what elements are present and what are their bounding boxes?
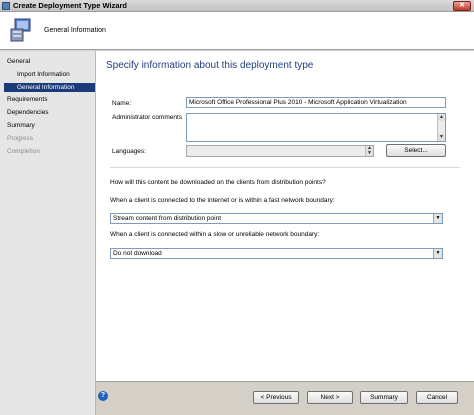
sidebar-item-requirements[interactable]: Requirements <box>7 96 47 103</box>
admin-comments-field[interactable]: ▲ ▼ <box>186 113 446 142</box>
languages-label: Languages: <box>112 148 146 155</box>
sidebar-item-general[interactable]: General <box>7 58 30 65</box>
chevron-down-icon[interactable]: ▼ <box>433 214 442 223</box>
fast-network-label: When a client is connected to the intern… <box>110 197 335 204</box>
sidebar-item-completion: Completion <box>7 148 40 155</box>
admin-comments-label: Administrator comments <box>112 114 183 121</box>
scroll-down-icon[interactable]: ▼ <box>438 134 445 141</box>
sidebar-item-import-information[interactable]: Import Information <box>17 71 70 78</box>
slow-network-value: Do not download <box>113 250 162 257</box>
summary-button[interactable]: Summary <box>360 391 408 404</box>
wizard-header: General Information <box>0 12 474 50</box>
previous-button[interactable]: < Previous <box>253 391 299 404</box>
languages-field: ▲ ▼ <box>186 145 374 157</box>
wizard-footer: ? < Previous Next > Summary Cancel <box>96 381 474 415</box>
chevron-down-icon[interactable]: ▼ <box>433 249 442 258</box>
section-divider <box>110 167 460 168</box>
sidebar-item-summary[interactable]: Summary <box>7 122 35 129</box>
fast-network-value: Stream content from distribution point <box>113 215 222 222</box>
scroll-up-icon[interactable]: ▲ <box>438 114 445 121</box>
computer-icon <box>10 18 31 42</box>
window-title: Create Deployment Type Wizard <box>13 1 127 10</box>
languages-scrollbar: ▲ ▼ <box>365 146 373 156</box>
wizard-steps-sidebar: General Import Information General Infor… <box>0 51 96 415</box>
sidebar-item-progress: Progress <box>7 135 34 142</box>
wizard-icon <box>2 1 10 10</box>
cancel-button[interactable]: Cancel <box>416 391 458 404</box>
slow-network-label: When a client is connected within a slow… <box>110 231 320 238</box>
window-titlebar: Create Deployment Type Wizard ✕ <box>0 0 474 12</box>
name-field[interactable]: Microsoft Office Professional Plus 2010 … <box>186 97 446 108</box>
download-question: How will this content be downloaded on t… <box>110 179 326 186</box>
scroll-down-icon: ▼ <box>366 150 373 156</box>
select-languages-button[interactable]: Select... <box>386 144 446 157</box>
sidebar-item-dependencies[interactable]: Dependencies <box>7 109 49 116</box>
fast-network-dropdown[interactable]: Stream content from distribution point ▼ <box>110 213 443 224</box>
sidebar-item-general-information[interactable]: General Information <box>4 83 95 92</box>
name-label: Name: <box>112 100 132 107</box>
header-page-name: General Information <box>44 27 106 34</box>
help-icon[interactable]: ? <box>98 391 108 401</box>
admin-comments-scrollbar[interactable]: ▲ ▼ <box>437 114 445 141</box>
slow-network-dropdown[interactable]: Do not download ▼ <box>110 248 443 259</box>
page-heading: Specify information about this deploymen… <box>106 60 314 71</box>
next-button[interactable]: Next > <box>307 391 353 404</box>
wizard-content: Specify information about this deploymen… <box>96 51 474 381</box>
close-icon[interactable]: ✕ <box>453 1 471 11</box>
